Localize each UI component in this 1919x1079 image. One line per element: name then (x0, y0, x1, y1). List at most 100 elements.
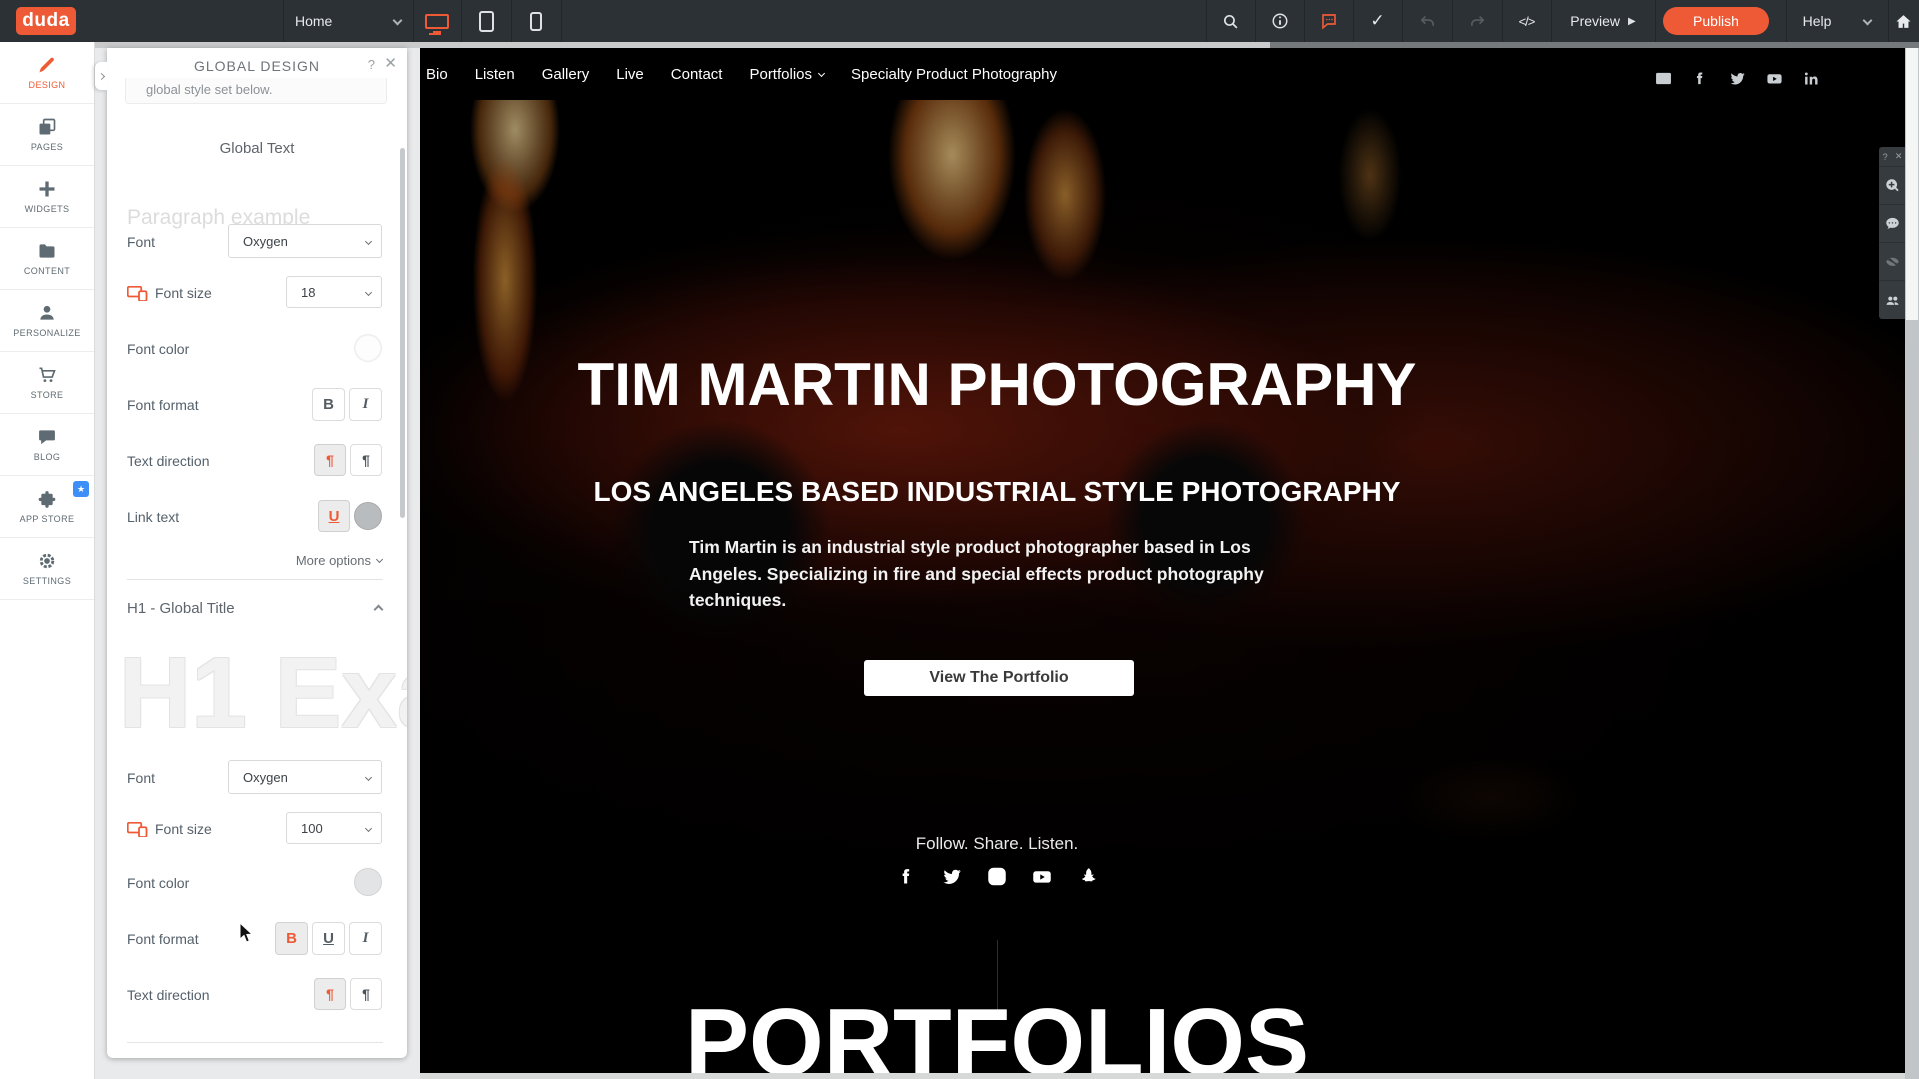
hero-overlay (420, 100, 1905, 953)
youtube-icon[interactable] (1032, 866, 1053, 887)
save-check-button[interactable]: ✓ (1353, 0, 1402, 42)
h1-font-size-value: 100 (301, 821, 323, 836)
snapchat-icon[interactable] (1077, 866, 1098, 887)
canvas-bottom-scrollbar[interactable] (420, 1073, 1905, 1079)
font-color-swatch[interactable] (354, 334, 382, 362)
twitter-icon[interactable] (1729, 70, 1746, 87)
site-nav-live[interactable]: Live (616, 66, 644, 83)
facebook-icon[interactable] (897, 866, 918, 887)
section-divider (127, 579, 383, 580)
collapse-section-button[interactable] (374, 605, 384, 615)
info-icon (1271, 12, 1289, 30)
h1-underline-button[interactable]: U (312, 922, 345, 955)
personalization-tool-button[interactable] (1879, 281, 1906, 319)
duda-logo[interactable]: duda (16, 7, 76, 35)
hide-elements-tool-button[interactable] (1879, 243, 1906, 281)
sidebar-item-settings[interactable]: SETTINGS (0, 538, 94, 600)
font-size-label: Font size (155, 821, 212, 837)
chevron-down-icon (365, 824, 372, 831)
dev-mode-button[interactable]: </> (1502, 0, 1551, 42)
sidebar-item-personalize[interactable]: PERSONALIZE (0, 290, 94, 352)
gear-icon (37, 551, 57, 571)
brush-icon (37, 55, 57, 75)
search-icon (1222, 13, 1239, 30)
link-text-row: Link text U (107, 500, 407, 533)
rtl-button[interactable]: ¶ (350, 444, 382, 476)
undo-button[interactable] (1402, 0, 1452, 42)
italic-button[interactable]: I (349, 388, 382, 421)
h1-rtl-button[interactable]: ¶ (350, 978, 382, 1010)
link-underline-button[interactable]: U (318, 500, 350, 532)
h1-bold-button[interactable]: B (275, 922, 308, 955)
font-color-label: Font color (127, 875, 189, 891)
panel-help-button[interactable]: ? (368, 57, 375, 73)
view-portfolio-button[interactable]: View The Portfolio (864, 660, 1134, 696)
sidebar-item-store[interactable]: STORE (0, 352, 94, 414)
info-button[interactable] (1255, 0, 1304, 42)
h1-font-select[interactable]: Oxygen (228, 760, 382, 794)
twitter-icon[interactable] (942, 866, 963, 887)
toolbar-close-button[interactable]: ✕ (1895, 151, 1903, 162)
youtube-icon[interactable] (1766, 70, 1783, 87)
top-bar: duda Home ✓ </> (0, 0, 1919, 42)
comment-icon (37, 427, 57, 447)
chevron-down-icon (365, 773, 372, 780)
site-nav-listen[interactable]: Listen (475, 66, 515, 83)
help-label: Help (1803, 13, 1832, 29)
ltr-button[interactable]: ¶ (314, 444, 346, 476)
more-options-link[interactable]: More options (296, 553, 382, 568)
link-color-swatch[interactable] (354, 502, 382, 530)
toolbar-help-button[interactable]: ? (1883, 152, 1888, 162)
h1-ltr-button[interactable]: ¶ (314, 978, 346, 1010)
site-nav-portfolios[interactable]: Portfolios (749, 66, 824, 83)
sidebar-item-content[interactable]: CONTENT (0, 228, 94, 290)
font-label: Font (127, 234, 155, 250)
vertical-scrollbar-thumb[interactable] (1906, 48, 1918, 320)
sidebar-item-blog[interactable]: BLOG (0, 414, 94, 476)
feedback-button[interactable] (1304, 0, 1353, 42)
page-selector[interactable]: Home (295, 0, 332, 42)
sidebar-item-design[interactable]: DESIGN (0, 42, 94, 104)
hero-subtitle[interactable]: LOS ANGELES BASED INDUSTRIAL STYLE PHOTO… (547, 476, 1447, 508)
hero-title[interactable]: TIM MARTIN PHOTOGRAPHY (497, 350, 1497, 419)
h1-font-color-swatch[interactable] (354, 868, 382, 896)
panel-collapse-tab[interactable] (95, 62, 107, 90)
vertical-scrollbar[interactable] (1905, 48, 1919, 1079)
instagram-icon[interactable] (987, 866, 1008, 887)
help-menu[interactable]: Help (1795, 0, 1839, 42)
sidebar-item-app-store[interactable]: APP STORE ★ (0, 476, 94, 538)
sidebar-item-pages[interactable]: PAGES (0, 104, 94, 166)
h1-font-size-select[interactable]: 100 (286, 812, 382, 844)
font-size-select[interactable]: 18 (286, 276, 382, 308)
site-nav-contact[interactable]: Contact (671, 66, 723, 83)
email-icon[interactable] (1655, 70, 1672, 87)
font-format-label: Font format (127, 931, 199, 947)
panel-close-button[interactable]: ✕ (384, 56, 397, 72)
preview-button[interactable]: Preview ▶ (1551, 0, 1655, 42)
mobile-view-button[interactable] (511, 0, 561, 42)
font-select[interactable]: Oxygen (228, 224, 382, 258)
bold-button[interactable]: B (312, 388, 345, 421)
preview-tools-toolbar: ? ✕ (1879, 147, 1906, 319)
zoom-tool-button[interactable] (1879, 167, 1906, 205)
comments-tool-button[interactable] (1879, 205, 1906, 243)
dashboard-home-button[interactable] (1888, 0, 1919, 42)
tablet-view-button[interactable] (461, 0, 511, 42)
site-preview-canvas[interactable]: Bio Listen Gallery Live Contact Portfoli… (420, 48, 1905, 1073)
site-nav-specialty[interactable]: Specialty Product Photography (851, 66, 1057, 83)
h1-italic-button[interactable]: I (349, 922, 382, 955)
desktop-view-button[interactable] (413, 0, 461, 42)
portfolios-heading[interactable]: PORTFOLIOS (685, 988, 1309, 1073)
hero-description[interactable]: Tim Martin is an industrial style produc… (689, 534, 1269, 614)
panel-scrollbar-thumb[interactable] (400, 148, 405, 518)
publish-button[interactable]: Publish (1663, 7, 1769, 35)
sidebar-item-label: DESIGN (29, 80, 66, 90)
search-button[interactable] (1206, 0, 1255, 42)
star-icon: ★ (77, 484, 85, 494)
site-nav-bio[interactable]: Bio (426, 66, 448, 83)
sidebar-item-widgets[interactable]: WIDGETS (0, 166, 94, 228)
redo-button[interactable] (1452, 0, 1502, 42)
linkedin-icon[interactable] (1803, 70, 1820, 87)
site-nav-gallery[interactable]: Gallery (542, 66, 590, 83)
facebook-icon[interactable] (1692, 70, 1709, 87)
